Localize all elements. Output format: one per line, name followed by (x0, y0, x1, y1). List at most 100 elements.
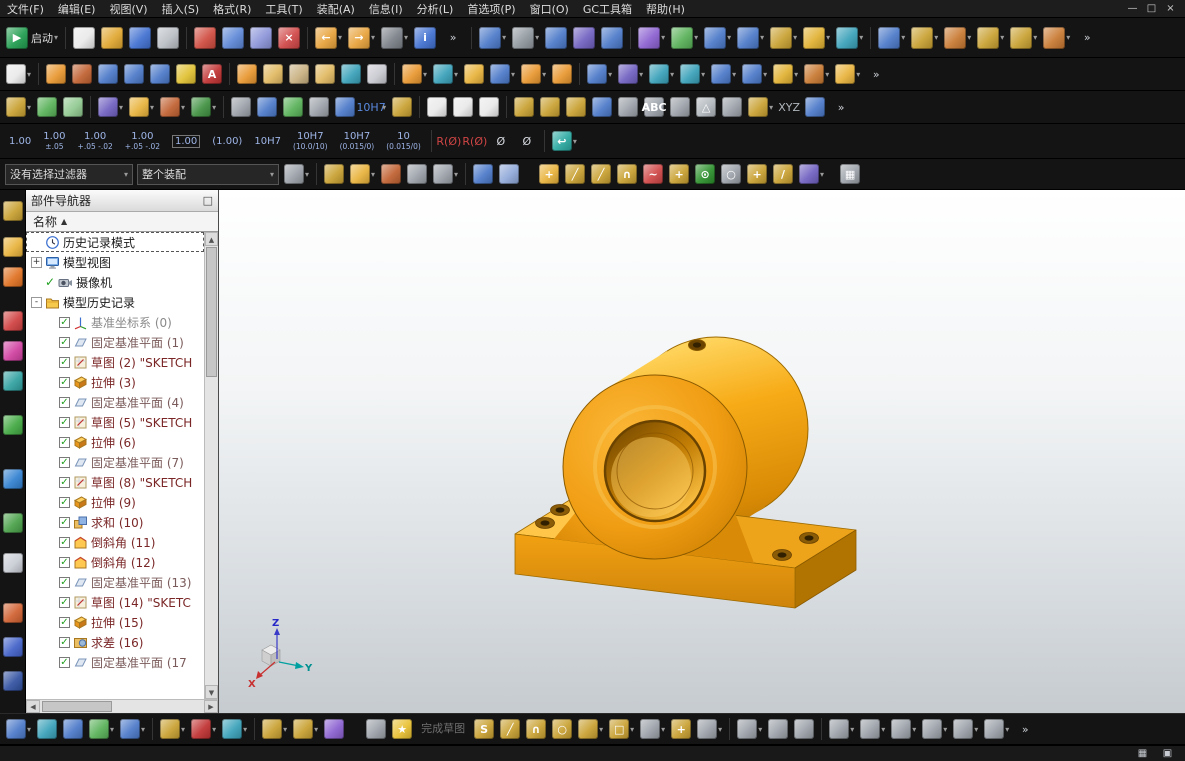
convert-reference-icon[interactable]: ▾ (858, 718, 887, 740)
deselect-icon[interactable] (379, 163, 403, 185)
assembly-cube-icon[interactable]: ▾ (4, 718, 33, 740)
menu-插入(S)[interactable]: 插入(S) (155, 0, 207, 18)
block-icon[interactable] (96, 63, 120, 85)
redo-icon[interactable]: → ▾ (346, 26, 377, 50)
tree-item[interactable]: 历史记录模式 (26, 232, 204, 252)
radius-display-slash-icon[interactable]: R(Ø) (462, 130, 487, 152)
overflow-chevron-icon[interactable]: » (440, 26, 466, 50)
cylinder-icon[interactable] (122, 63, 146, 85)
system-scenes-icon[interactable] (1, 670, 25, 692)
rib-icon[interactable] (339, 63, 363, 85)
system-materials-icon[interactable] (1, 602, 25, 624)
feature-checkbox[interactable]: ✓ (59, 376, 70, 388)
scroll-right-arrow[interactable]: ▶ (204, 700, 218, 713)
tree-expander[interactable]: - (31, 296, 42, 308)
history-icon[interactable] (1, 552, 25, 574)
copy-icon[interactable] (220, 26, 246, 50)
revolve-icon[interactable] (70, 63, 94, 85)
part-navigator-icon[interactable] (1, 266, 25, 288)
shell-icon[interactable] (462, 63, 486, 85)
geometric-constraints-icon[interactable] (766, 718, 790, 740)
hole-icon[interactable] (235, 63, 259, 85)
tree-item[interactable]: - 模型历史记录 (26, 292, 204, 312)
tree-item[interactable]: ✓ 固定基准平面 (7) (26, 452, 204, 472)
internet-icon[interactable] (1, 468, 25, 490)
overflow-chevron-icon[interactable]: » (864, 63, 888, 85)
tree-item[interactable]: ✓ 草图 (5) "SKETCH (26, 412, 204, 432)
section-view-icon[interactable] (425, 96, 449, 118)
dim-style-limits[interactable]: 10 (0.015/0) (381, 131, 426, 151)
abc-icon[interactable]: ABC (642, 96, 667, 118)
circle-icon[interactable]: ○ (550, 718, 574, 740)
pattern-component-icon[interactable]: ▾ (118, 718, 147, 740)
pattern-icon[interactable]: ▾ (585, 63, 614, 85)
edit-feature-icon[interactable]: ▾ (96, 96, 125, 118)
web-browser-icon[interactable] (1, 370, 25, 392)
tree-item[interactable]: ✓ 草图 (2) "SKETCH (26, 352, 204, 372)
trim-body-icon[interactable]: ▾ (431, 63, 460, 85)
snap-spline-icon[interactable]: ~ (641, 163, 665, 185)
selection-scope-dropdown[interactable]: 整个装配 ▾ (137, 163, 279, 185)
through-curves-icon[interactable]: ▾ (709, 63, 738, 85)
tree-item[interactable]: ✓ 拉伸 (6) (26, 432, 204, 452)
axis-icon[interactable]: ▾ (768, 26, 799, 50)
style-reset-icon[interactable]: ↩ ▾ (550, 130, 579, 152)
csys-constructor-icon[interactable] (538, 96, 562, 118)
profile-icon[interactable]: S (472, 718, 496, 740)
rectangle-icon[interactable]: □ ▾ (607, 718, 636, 740)
list-icon[interactable] (229, 96, 253, 118)
feature-checkbox[interactable]: ✓ (59, 476, 70, 488)
image-icon[interactable] (803, 96, 827, 118)
chamfer-tool-icon[interactable] (550, 63, 574, 85)
tree-item[interactable]: ✓ 草图 (14) "SKETC (26, 592, 204, 612)
snap-settings-icon[interactable]: ▾ (282, 163, 311, 185)
scroll-down-arrow[interactable]: ▼ (205, 685, 218, 699)
sweep-icon[interactable]: ▾ (678, 63, 707, 85)
feature-checkbox[interactable]: ✓ (59, 656, 70, 668)
menu-装配(A)[interactable]: 装配(A) (310, 0, 362, 18)
clip-section-icon[interactable] (451, 96, 475, 118)
tree-item[interactable]: ✓ 拉伸 (9) (26, 492, 204, 512)
feature-checkbox[interactable]: ✓ (59, 496, 70, 508)
reopen-icon[interactable]: ▾ (379, 26, 410, 50)
boss-icon[interactable] (261, 63, 285, 85)
arc-icon[interactable]: ∩ (524, 718, 548, 740)
dim-style-fit-nominal[interactable]: 10H7 (10.0/10) (288, 131, 333, 151)
process-studio-icon[interactable] (1, 512, 25, 534)
previous-selection-icon[interactable] (405, 163, 429, 185)
assembly-library-icon[interactable] (35, 718, 59, 740)
snap-center-icon[interactable]: ⊙ (693, 163, 717, 185)
feature-checkbox[interactable]: ✓ (59, 436, 70, 448)
intersection-curve-icon[interactable]: ▾ (951, 718, 980, 740)
spreadsheet-icon[interactable] (281, 96, 305, 118)
thicken-icon[interactable]: ▾ (833, 63, 862, 85)
status-screen-icon[interactable]: ▣ (1159, 746, 1176, 761)
cone-icon[interactable] (148, 63, 172, 85)
select-all-icon[interactable] (322, 163, 346, 185)
dim-style-fit[interactable]: 10H7 (249, 136, 286, 147)
fillet-sketch-icon[interactable]: ▾ (576, 718, 605, 740)
pattern-table-icon[interactable] (668, 96, 692, 118)
edit-sketch-icon[interactable]: ▾ (127, 96, 156, 118)
tree-item[interactable]: ✓ 固定基准平面 (13) (26, 572, 204, 592)
snap-slash-icon[interactable]: / (771, 163, 795, 185)
scroll-track[interactable] (40, 700, 204, 713)
pillow-block-model[interactable] (514, 336, 857, 609)
assembly-constraints-icon[interactable]: ▾ (189, 718, 218, 740)
model-navigator-icon[interactable] (1, 414, 25, 436)
constraint-navigator-icon[interactable] (1, 236, 25, 258)
library-icon[interactable]: ▾ (876, 26, 907, 50)
tree-item[interactable]: ✓ 拉伸 (15) (26, 612, 204, 632)
feature-checkbox[interactable]: ✓ (59, 596, 70, 608)
restore-button[interactable]: □ (1142, 3, 1161, 14)
horizontal-scrollbar[interactable]: ◀ ▶ (26, 699, 218, 713)
offset-surface-icon[interactable]: ▾ (647, 63, 676, 85)
snap-circle-icon[interactable]: ○ (719, 163, 743, 185)
marquee-select-icon[interactable]: ▾ (431, 163, 460, 185)
tree-item[interactable]: ✓ 草图 (8) "SKETCH (26, 472, 204, 492)
new-sketch-icon[interactable]: ▾ (4, 63, 33, 85)
tree-item[interactable]: ✓ 倒斜角 (11) (26, 532, 204, 552)
shaded-cube-icon[interactable] (471, 163, 495, 185)
snapshot-icon[interactable] (616, 96, 640, 118)
feature-checkbox[interactable]: ✓ (59, 516, 70, 528)
